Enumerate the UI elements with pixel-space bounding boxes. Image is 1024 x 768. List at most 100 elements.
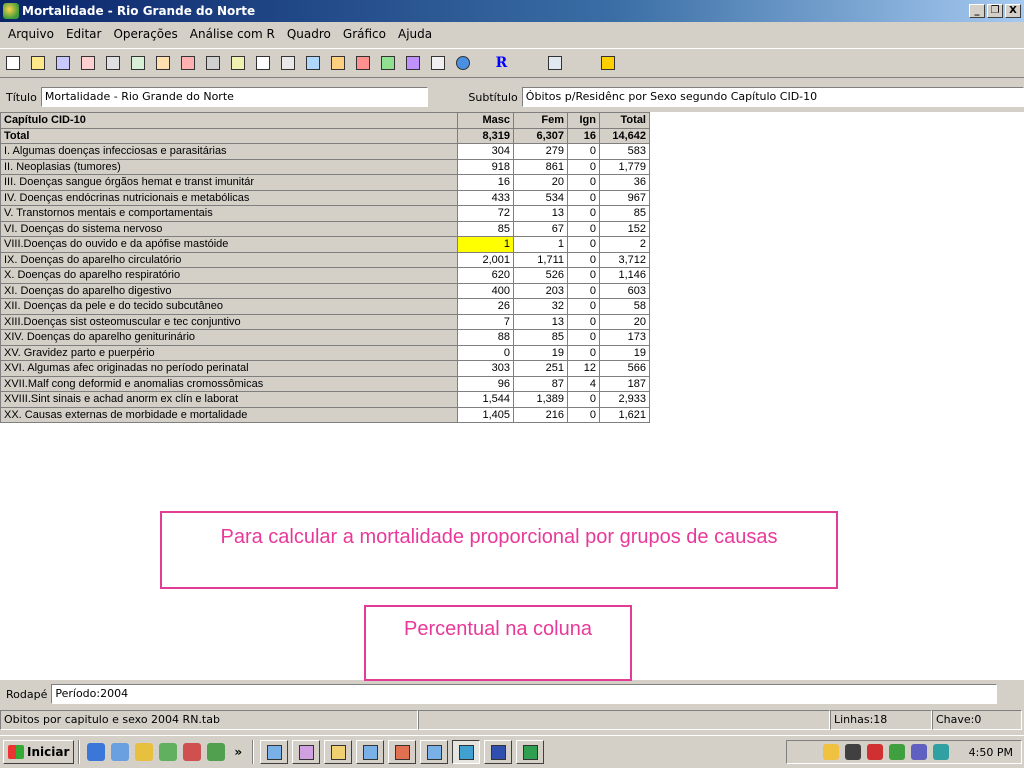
table-cell[interactable]: 203 xyxy=(513,282,568,299)
table-cell[interactable]: 32 xyxy=(513,298,568,315)
table-cell[interactable]: 0 xyxy=(567,313,600,330)
line-chart-icon[interactable] xyxy=(302,53,323,74)
table-cell[interactable]: 0 xyxy=(567,251,600,268)
table-cell[interactable]: 304 xyxy=(457,143,514,160)
row-label[interactable]: XII. Doenças da pele e do tecido subcutâ… xyxy=(0,298,458,315)
column-chart-icon[interactable] xyxy=(402,53,423,74)
row-label[interactable]: I. Algumas doenças infecciosas e parasit… xyxy=(0,143,458,160)
table-cell[interactable]: 12 xyxy=(567,360,600,377)
table-cell[interactable]: 1,779 xyxy=(599,158,650,175)
save-icon[interactable] xyxy=(52,53,73,74)
table-cell[interactable]: 152 xyxy=(599,220,650,237)
tray-tool-icon[interactable] xyxy=(932,744,949,760)
row-label[interactable]: XI. Doenças do aparelho digestivo xyxy=(0,282,458,299)
column-header-fem[interactable]: Fem xyxy=(513,112,568,129)
table-cell[interactable]: 0 xyxy=(567,344,600,361)
paste-icon[interactable] xyxy=(127,53,148,74)
bar-chart-icon[interactable] xyxy=(327,53,348,74)
table-cell[interactable]: 534 xyxy=(513,189,568,206)
table-cell[interactable]: 303 xyxy=(457,360,514,377)
table-cell[interactable]: 0 xyxy=(567,220,600,237)
table-cell[interactable]: 16 xyxy=(457,174,514,191)
table-cell[interactable]: 67 xyxy=(513,220,568,237)
menu-grafico[interactable]: Gráfico xyxy=(337,27,392,41)
table-cell[interactable]: 187 xyxy=(599,375,650,392)
table-cell[interactable]: 967 xyxy=(599,189,650,206)
notes-icon[interactable] xyxy=(159,743,178,761)
selected-cell[interactable]: 1 xyxy=(457,236,514,253)
minimize-button[interactable]: _ xyxy=(969,4,985,18)
row-label[interactable]: XIV. Doenças do aparelho geniturinário xyxy=(0,329,458,346)
table-cell[interactable]: 2 xyxy=(599,236,650,253)
restore-button[interactable]: ❐ xyxy=(987,4,1003,18)
table-cell[interactable]: 0 xyxy=(567,158,600,175)
horizontal-bar-icon[interactable] xyxy=(352,53,373,74)
table-chart-icon[interactable] xyxy=(427,53,448,74)
volume-icon[interactable] xyxy=(822,744,839,760)
table-cell[interactable]: 0 xyxy=(567,267,600,284)
table-cell[interactable]: 7 xyxy=(457,313,514,330)
table-cell[interactable]: 0 xyxy=(567,174,600,191)
table-cell[interactable]: 620 xyxy=(457,267,514,284)
internet-explorer-icon[interactable] xyxy=(87,743,106,761)
taskbar-window-word[interactable] xyxy=(484,740,513,764)
network-icon[interactable] xyxy=(844,744,861,760)
row-label[interactable]: IV. Doenças endócrinas nutricionais e me… xyxy=(0,189,458,206)
app-grid-icon[interactable] xyxy=(207,743,226,761)
table-cell[interactable]: 1,711 xyxy=(513,251,568,268)
table-cell[interactable]: 13 xyxy=(513,205,568,222)
table-cell[interactable]: 861 xyxy=(513,158,568,175)
row-label[interactable]: V. Transtornos mentais e comportamentais xyxy=(0,205,458,222)
table-cell[interactable]: 0 xyxy=(567,298,600,315)
table-cell[interactable]: 3,712 xyxy=(599,251,650,268)
new-file-icon[interactable] xyxy=(2,53,23,74)
map-icon[interactable] xyxy=(452,53,473,74)
titulo-input[interactable]: Mortalidade - Rio Grande do Norte xyxy=(40,87,429,107)
taskbar-window-tabwin-active[interactable] xyxy=(452,740,481,764)
export-icon[interactable] xyxy=(152,53,173,74)
taskbar-window-app[interactable] xyxy=(292,740,321,764)
table-cell[interactable]: 1,146 xyxy=(599,267,650,284)
table-cell[interactable]: 526 xyxy=(513,267,568,284)
spreadsheet-icon[interactable] xyxy=(544,53,565,74)
table-cell[interactable]: 0 xyxy=(567,236,600,253)
table-cell[interactable]: 603 xyxy=(599,282,650,299)
table-cell[interactable]: 400 xyxy=(457,282,514,299)
table-cell[interactable]: 19 xyxy=(599,344,650,361)
row-label[interactable]: IX. Doenças do aparelho circulatório xyxy=(0,251,458,268)
table-cell[interactable]: 173 xyxy=(599,329,650,346)
row-label[interactable]: X. Doenças do aparelho respiratório xyxy=(0,267,458,284)
exit-icon[interactable] xyxy=(597,53,618,74)
search-icon[interactable] xyxy=(135,743,154,761)
table-cell[interactable]: 20 xyxy=(513,174,568,191)
table-cell[interactable]: 918 xyxy=(457,158,514,175)
menu-analise-com-r[interactable]: Análise com R xyxy=(184,27,281,41)
row-label[interactable]: VI. Doenças do sistema nervoso xyxy=(0,220,458,237)
table-cell[interactable]: 85 xyxy=(599,205,650,222)
table-cell[interactable]: 2,001 xyxy=(457,251,514,268)
chevron-icon[interactable]: » xyxy=(234,745,242,759)
taskbar-window-ie3[interactable] xyxy=(420,740,449,764)
table-cell[interactable]: 58 xyxy=(599,298,650,315)
table-cell[interactable]: 1,389 xyxy=(513,391,568,408)
table-cell[interactable]: 0 xyxy=(567,329,600,346)
table-cell[interactable]: 0 xyxy=(567,282,600,299)
row-label[interactable]: XX. Causas externas de morbidade e morta… xyxy=(0,406,458,423)
table-cell[interactable]: 433 xyxy=(457,189,514,206)
total-cell[interactable]: 16 xyxy=(567,127,600,144)
table-cell[interactable]: 0 xyxy=(567,189,600,206)
table-cell[interactable]: 36 xyxy=(599,174,650,191)
column-header-masc[interactable]: Masc xyxy=(457,112,514,129)
filter-icon[interactable] xyxy=(177,53,198,74)
taskbar-window-ie2[interactable] xyxy=(356,740,385,764)
table-cell[interactable]: 0 xyxy=(567,391,600,408)
tray-app-icon[interactable] xyxy=(910,744,927,760)
menu-arquivo[interactable]: Arquivo xyxy=(2,27,60,41)
table-cell[interactable]: 88 xyxy=(457,329,514,346)
table-cell[interactable]: 26 xyxy=(457,298,514,315)
taskbar-window-ie[interactable] xyxy=(260,740,289,764)
row-label[interactable]: II. Neoplasias (tumores) xyxy=(0,158,458,175)
rodape-input[interactable]: Período:2004 xyxy=(51,684,998,704)
close-button[interactable]: X xyxy=(1005,4,1021,18)
calculator-icon[interactable] xyxy=(202,53,223,74)
